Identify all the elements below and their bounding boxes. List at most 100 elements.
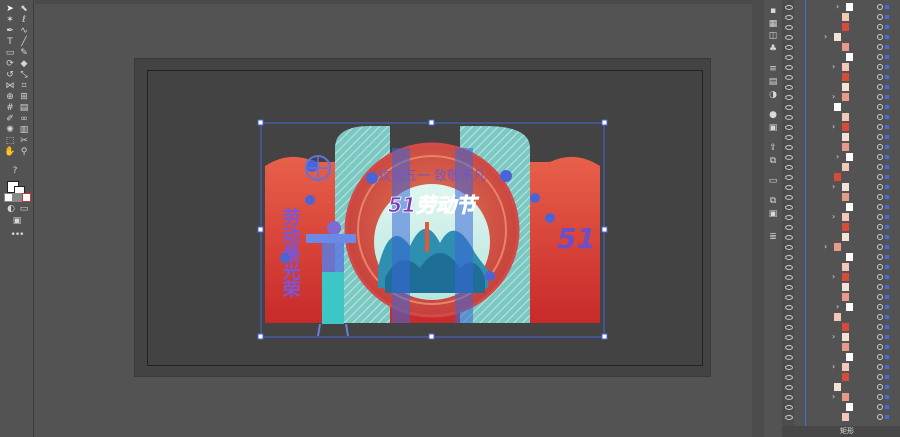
handle-top-center[interactable] (428, 119, 435, 126)
gradient-mode-swatch[interactable] (13, 193, 22, 202)
rotate-tool-icon[interactable]: ↺ (3, 70, 17, 81)
visibility-eye-icon[interactable] (785, 135, 793, 140)
slice-tool-icon[interactable]: ✂ (17, 136, 31, 147)
selection-indicator[interactable] (885, 45, 889, 49)
target-icon[interactable] (877, 104, 883, 110)
visibility-eye-icon[interactable] (785, 155, 793, 160)
target-icon[interactable] (877, 334, 883, 340)
screen-mode-icon[interactable]: ▭ (17, 204, 31, 215)
selection-indicator[interactable] (885, 145, 889, 149)
target-icon[interactable] (877, 124, 883, 130)
eyedropper-tool-icon[interactable]: ✐ (3, 114, 17, 125)
selection-indicator[interactable] (885, 335, 889, 339)
rectangle-tool-icon[interactable]: ▭ (3, 48, 17, 59)
handle-bottom-left[interactable] (257, 333, 264, 340)
layer-row[interactable] (782, 322, 900, 332)
draw-mode-icon[interactable]: ◐ (4, 204, 18, 215)
layer-row[interactable]: › (782, 362, 900, 372)
symbol-sprayer-tool-icon[interactable]: ✺ (3, 125, 17, 136)
visibility-eye-icon[interactable] (785, 285, 793, 290)
artboard-tool-icon[interactable]: ⬚ (3, 136, 17, 147)
target-icon[interactable] (877, 254, 883, 260)
layer-row[interactable]: › (782, 62, 900, 72)
expand-chevron-icon[interactable]: › (832, 92, 835, 102)
layer-row[interactable] (782, 252, 900, 262)
visibility-eye-icon[interactable] (785, 55, 793, 60)
target-icon[interactable] (877, 324, 883, 330)
layer-row[interactable] (782, 412, 900, 422)
selection-indicator[interactable] (885, 55, 889, 59)
selection-indicator[interactable] (885, 155, 889, 159)
target-icon[interactable] (877, 394, 883, 400)
layer-row[interactable]: › (782, 152, 900, 162)
layer-row[interactable]: › (782, 32, 900, 42)
expand-chevron-icon[interactable]: › (832, 272, 835, 282)
selection-indicator[interactable] (885, 415, 889, 419)
visibility-eye-icon[interactable] (785, 245, 793, 250)
properties-panel-icon[interactable]: ▪ (767, 6, 779, 16)
selection-indicator[interactable] (885, 395, 889, 399)
selection-indicator[interactable] (885, 365, 889, 369)
visibility-eye-icon[interactable] (785, 415, 793, 420)
visibility-eye-icon[interactable] (785, 305, 793, 310)
target-icon[interactable] (877, 84, 883, 90)
blend-tool-icon[interactable]: ∞ (17, 114, 31, 125)
selection-indicator[interactable] (885, 235, 889, 239)
mesh-tool-icon[interactable]: # (3, 103, 17, 114)
handle-bottom-center[interactable] (428, 333, 435, 340)
expand-chevron-icon[interactable]: › (832, 362, 835, 372)
layer-row[interactable] (782, 292, 900, 302)
visibility-eye-icon[interactable] (785, 295, 793, 300)
target-icon[interactable] (877, 364, 883, 370)
layer-row[interactable] (782, 132, 900, 142)
graphic-styles-panel-icon[interactable]: ▣ (767, 123, 779, 133)
graph-tool-icon[interactable]: ▥ (17, 125, 31, 136)
expand-chevron-icon[interactable]: › (832, 182, 835, 192)
target-icon[interactable] (877, 294, 883, 300)
layers-panel-icon[interactable]: ▦ (767, 19, 779, 29)
visibility-eye-icon[interactable] (785, 325, 793, 330)
selection-indicator[interactable] (885, 385, 889, 389)
symbols-panel-icon[interactable]: ♣ (767, 44, 779, 54)
layer-row[interactable]: › (782, 122, 900, 132)
target-icon[interactable] (877, 64, 883, 70)
target-icon[interactable] (877, 24, 883, 30)
target-icon[interactable] (877, 184, 883, 190)
target-icon[interactable] (877, 94, 883, 100)
visibility-eye-icon[interactable] (785, 95, 793, 100)
selection-indicator[interactable] (885, 305, 889, 309)
layer-row[interactable] (782, 52, 900, 62)
visibility-eye-icon[interactable] (785, 65, 793, 70)
export-panel-icon[interactable]: ⇪ (767, 143, 779, 153)
selection-indicator[interactable] (885, 285, 889, 289)
visibility-eye-icon[interactable] (785, 255, 793, 260)
target-icon[interactable] (877, 134, 883, 140)
selection-indicator[interactable] (885, 265, 889, 269)
layer-row[interactable] (782, 372, 900, 382)
handle-middle-right[interactable] (601, 226, 608, 233)
visibility-eye-icon[interactable] (785, 335, 793, 340)
selection-indicator[interactable] (885, 275, 889, 279)
visibility-eye-icon[interactable] (785, 235, 793, 240)
visibility-eye-icon[interactable] (785, 315, 793, 320)
handle-bottom-right[interactable] (601, 333, 608, 340)
layer-row[interactable] (782, 22, 900, 32)
layer-row[interactable] (782, 232, 900, 242)
expand-chevron-icon[interactable]: › (836, 152, 839, 162)
layer-row[interactable]: › (782, 242, 900, 252)
lasso-tool-icon[interactable]: ℓ (17, 15, 31, 26)
scale-tool-icon[interactable]: ⤡ (17, 70, 31, 81)
visibility-eye-icon[interactable] (785, 125, 793, 130)
handle-top-left[interactable] (257, 119, 264, 126)
visibility-eye-icon[interactable] (785, 265, 793, 270)
selection-indicator[interactable] (885, 15, 889, 19)
selection-tool-icon[interactable]: ➤ (3, 4, 17, 15)
expand-chevron-icon[interactable]: › (824, 32, 827, 42)
selection-indicator[interactable] (885, 215, 889, 219)
target-icon[interactable] (877, 174, 883, 180)
width-tool-icon[interactable]: ⋈ (3, 81, 17, 92)
selection-indicator[interactable] (885, 295, 889, 299)
asset-export-panel-icon[interactable]: ▣ (767, 209, 779, 219)
target-icon[interactable] (877, 244, 883, 250)
layer-row[interactable] (782, 342, 900, 352)
